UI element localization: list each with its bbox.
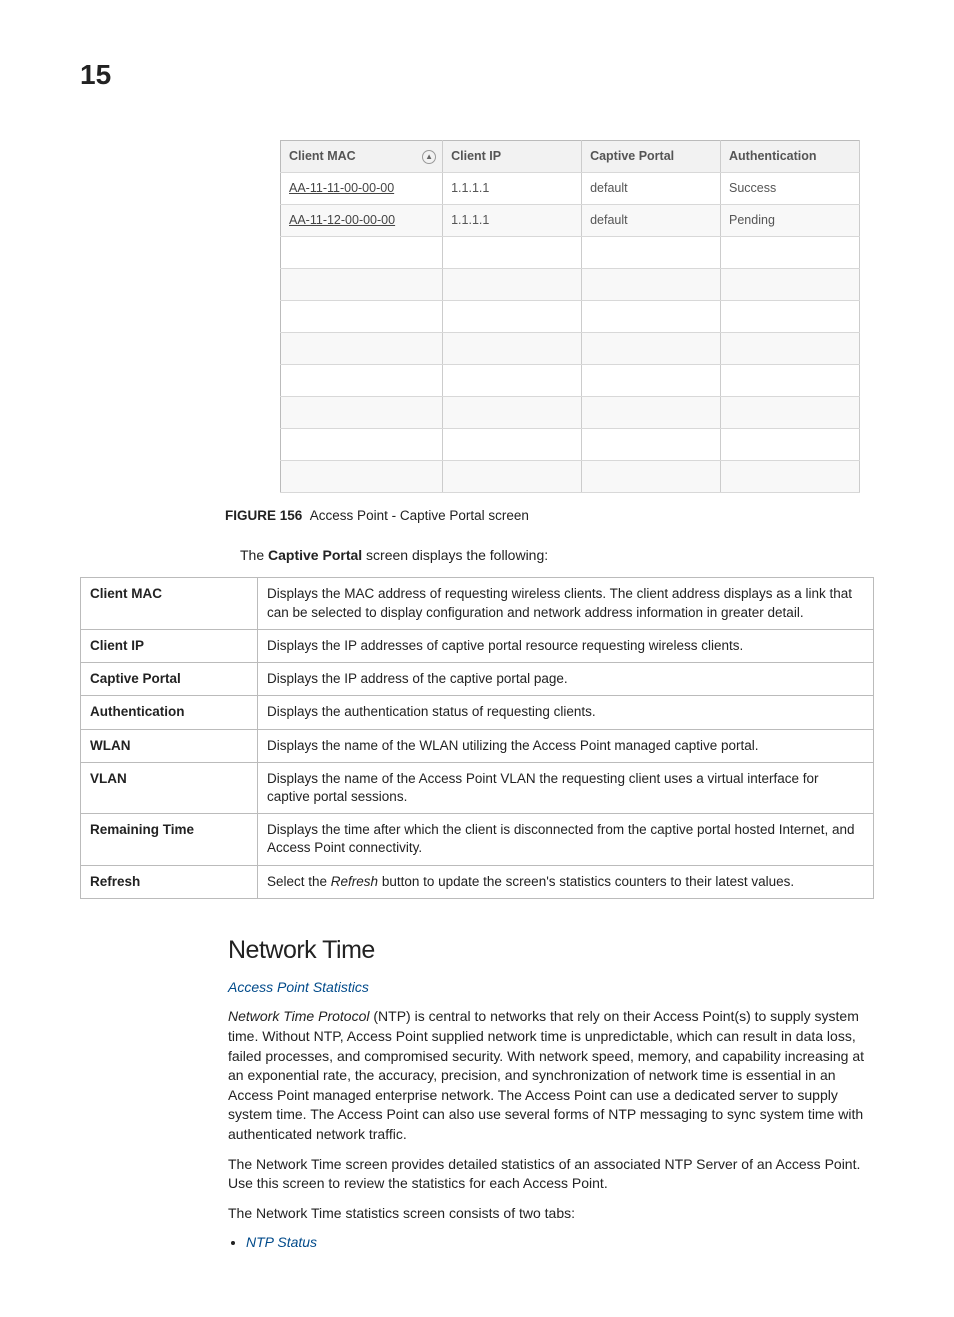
desc-row: Client MAC Displays the MAC address of r… <box>81 578 874 629</box>
client-ip-cell: 1.1.1.1 <box>443 173 582 205</box>
desc-row: VLAN Displays the name of the Access Poi… <box>81 762 874 813</box>
desc-row: Remaining Time Displays the time after w… <box>81 814 874 865</box>
list-item: NTP Status <box>246 1233 874 1253</box>
figure-caption: FIGURE 156 Access Point - Captive Portal… <box>225 507 874 526</box>
table-row-empty <box>281 365 860 397</box>
client-mac-link[interactable]: AA-11-12-00-00-00 <box>281 205 443 237</box>
body-paragraph: The Network Time statistics screen consi… <box>228 1204 874 1224</box>
captive-portal-cell: default <box>582 205 721 237</box>
body-paragraph: The Network Time screen provides detaile… <box>228 1155 874 1194</box>
col-header-client-ip[interactable]: Client IP <box>443 141 582 173</box>
table-row-empty <box>281 301 860 333</box>
page-number: 15 <box>80 55 111 94</box>
ntp-status-link[interactable]: NTP Status <box>246 1234 317 1250</box>
field-description-table: Client MAC Displays the MAC address of r… <box>80 577 874 898</box>
table-row-empty <box>281 429 860 461</box>
intro-sentence: The Captive Portal screen displays the f… <box>240 546 874 566</box>
captive-portal-cell: default <box>582 173 721 205</box>
captive-portal-grid: Client MAC ▲ Client IP Captive Portal Au… <box>280 140 860 493</box>
breadcrumb-link[interactable]: Access Point Statistics <box>228 978 874 998</box>
auth-cell: Pending <box>721 205 860 237</box>
desc-row: Authentication Displays the authenticati… <box>81 696 874 729</box>
table-row-empty <box>281 269 860 301</box>
table-row: AA-11-12-00-00-00 1.1.1.1 default Pendin… <box>281 205 860 237</box>
desc-row: Client IP Displays the IP addresses of c… <box>81 629 874 662</box>
auth-cell: Success <box>721 173 860 205</box>
desc-row: WLAN Displays the name of the WLAN utili… <box>81 729 874 762</box>
col-header-client-mac[interactable]: Client MAC ▲ <box>281 141 443 173</box>
table-row-empty <box>281 237 860 269</box>
table-row-empty <box>281 397 860 429</box>
col-header-authentication[interactable]: Authentication <box>721 141 860 173</box>
body-paragraph: Network Time Protocol (NTP) is central t… <box>228 1007 874 1144</box>
desc-row: Refresh Select the Refresh button to upd… <box>81 865 874 898</box>
table-row-empty <box>281 461 860 493</box>
table-row: AA-11-11-00-00-00 1.1.1.1 default Succes… <box>281 173 860 205</box>
col-header-captive-portal[interactable]: Captive Portal <box>582 141 721 173</box>
sort-asc-icon[interactable]: ▲ <box>422 150 436 164</box>
client-ip-cell: 1.1.1.1 <box>443 205 582 237</box>
desc-row: Captive Portal Displays the IP address o… <box>81 663 874 696</box>
table-row-empty <box>281 333 860 365</box>
tab-list: NTP Status <box>228 1233 874 1253</box>
captive-portal-screenshot: Client MAC ▲ Client IP Captive Portal Au… <box>280 140 860 493</box>
section-heading-network-time: Network Time <box>228 933 874 968</box>
client-mac-link[interactable]: AA-11-11-00-00-00 <box>281 173 443 205</box>
